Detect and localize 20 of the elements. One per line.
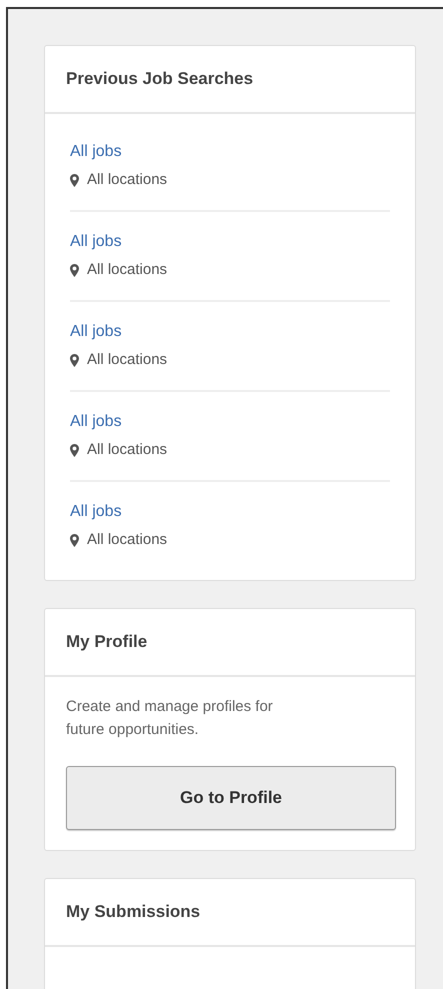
location-text: All locations: [87, 440, 168, 460]
location-pin-icon: [70, 444, 79, 456]
job-search-link[interactable]: All jobs: [70, 502, 122, 522]
location-text: All locations: [87, 170, 168, 190]
card-description: Create and manage profiles for future opportunities.: [66, 697, 274, 740]
location-pin-icon: [70, 264, 79, 276]
card-title: My Profile: [66, 632, 148, 652]
job-search-link[interactable]: All jobs: [70, 232, 122, 252]
card-title: Previous Job Searches: [66, 69, 254, 89]
job-search-link[interactable]: All jobs: [70, 412, 122, 432]
job-search-link[interactable]: All jobs: [70, 142, 122, 162]
location-pin-icon: [70, 174, 79, 186]
job-search-link[interactable]: All jobs: [70, 322, 122, 342]
location-pin-icon: [70, 354, 79, 366]
card-title: My Submissions: [66, 902, 200, 922]
location-text: All locations: [87, 530, 168, 550]
go-to-profile-button[interactable]: Go to Profile: [66, 766, 396, 830]
location-pin-icon: [70, 534, 79, 546]
location-text: All locations: [87, 350, 168, 370]
location-text: All locations: [87, 260, 168, 280]
